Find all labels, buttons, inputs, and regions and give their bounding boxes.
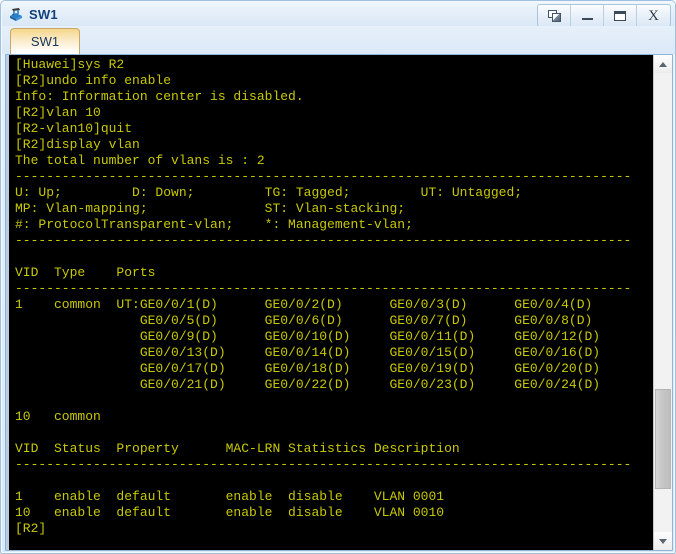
minimize-icon [581,18,593,20]
terminal-viewport[interactable]: [Huawei]sys R2 [R2]undo info enable Info… [6,55,653,550]
minimize-window-button[interactable] [571,5,604,26]
tab-sw1-label: SW1 [30,34,60,49]
maximize-window-button[interactable] [604,5,637,26]
terminal-output: [Huawei]sys R2 [R2]undo info enable Info… [15,57,632,536]
scrollbar-track[interactable] [654,73,672,532]
close-window-button[interactable]: X [637,5,670,26]
terminal-scrollbar[interactable] [653,55,672,550]
tab-strip: SW1 [2,26,675,54]
window-titlebar[interactable]: SW1 X [2,2,675,27]
switch-icon [7,5,25,23]
chevron-down-icon [659,538,667,544]
maximize-icon [614,10,626,21]
scroll-up-button[interactable] [654,55,672,73]
chevron-up-icon [659,61,667,67]
terminal-panel: [Huawei]sys R2 [R2]undo info enable Info… [5,54,673,551]
close-icon: X [648,7,659,24]
window-controls: X [537,4,671,27]
window-title: SW1 [29,6,58,22]
terminal-window: SW1 X SW1 [Huawei]sys R2 [R2]undo info e… [0,0,676,554]
restore-window-button[interactable] [538,5,571,26]
scroll-down-button[interactable] [654,532,672,550]
tab-sw1[interactable]: SW1 [10,28,80,54]
scrollbar-thumb[interactable] [655,389,671,489]
restore-icon [547,9,561,22]
